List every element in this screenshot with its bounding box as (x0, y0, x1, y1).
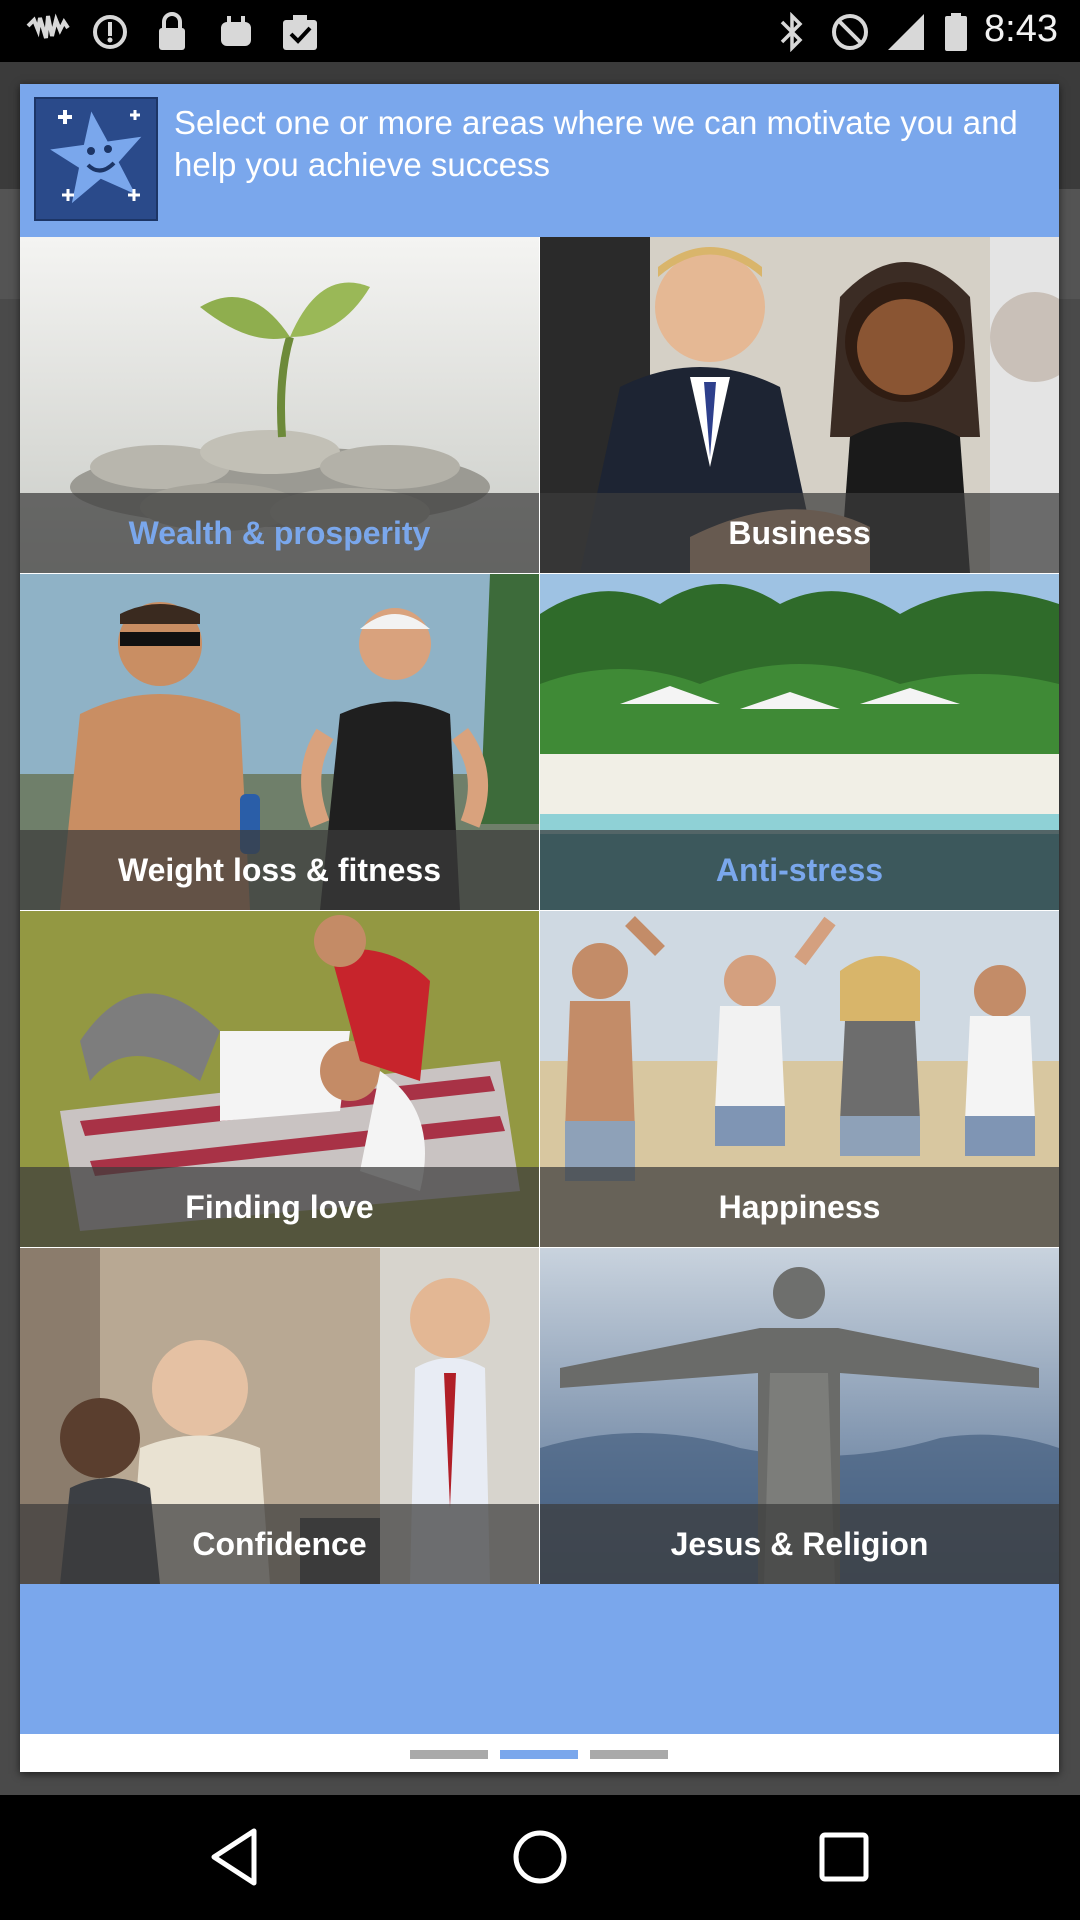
clock: 8:43 (984, 8, 1058, 50)
category-grid: Wealth & prosperity Business Weight loss… (20, 237, 1059, 1584)
sync-icon (93, 15, 127, 49)
category-label: Jesus & Religion (540, 1504, 1059, 1584)
dialog-title: Select one or more areas where we can mo… (174, 104, 1018, 183)
clipboard-check-icon (283, 15, 317, 50)
category-tile-happiness[interactable]: Happiness (540, 911, 1059, 1247)
category-label: Finding love (20, 1167, 539, 1247)
battery-icon (945, 13, 967, 51)
category-tile-anti-stress[interactable]: Anti-stress (540, 574, 1059, 910)
signal-icon (888, 14, 924, 50)
category-label: Business (540, 493, 1059, 573)
smiling-star-icon (34, 97, 158, 221)
category-label: Wealth & prosperity (20, 493, 539, 573)
page-dot-1[interactable] (410, 1750, 488, 1759)
category-tile-wealth[interactable]: Wealth & prosperity (20, 237, 539, 573)
dialog-footer (20, 1584, 1059, 1734)
page-dot-2[interactable] (500, 1750, 578, 1759)
home-icon[interactable] (504, 1821, 576, 1893)
mute-icon (832, 14, 868, 50)
category-label: Weight loss & fitness (20, 830, 539, 910)
status-bar: 8:43 (0, 0, 1080, 62)
android-icon (221, 16, 251, 46)
lock-icon (159, 12, 185, 50)
motivation-dialog: Select one or more areas where we can mo… (20, 84, 1059, 1772)
category-tile-fitness[interactable]: Weight loss & fitness (20, 574, 539, 910)
dialog-header: Select one or more areas where we can mo… (20, 84, 1059, 237)
screen: 8:43 Select one or more areas where we c… (0, 0, 1080, 1920)
category-label: Happiness (540, 1167, 1059, 1247)
category-label: Confidence (20, 1504, 539, 1584)
page-dot-3[interactable] (590, 1750, 668, 1759)
category-label: Anti-stress (540, 830, 1059, 910)
category-tile-religion[interactable]: Jesus & Religion (540, 1248, 1059, 1584)
category-tile-finding-love[interactable]: Finding love (20, 911, 539, 1247)
wifi-signal-icon (26, 13, 70, 39)
recents-icon[interactable] (808, 1821, 880, 1893)
category-tile-confidence[interactable]: Confidence (20, 1248, 539, 1584)
category-tile-business[interactable]: Business (540, 237, 1059, 573)
back-icon[interactable] (200, 1821, 272, 1893)
page-indicator (20, 1734, 1059, 1772)
navigation-bar (0, 1795, 1080, 1920)
bluetooth-icon (780, 12, 803, 52)
